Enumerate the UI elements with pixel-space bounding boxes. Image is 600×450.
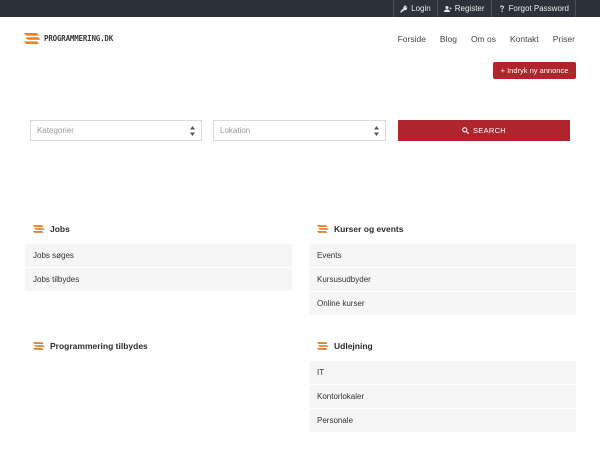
list-item[interactable]: Jobs søges bbox=[25, 244, 292, 268]
nav-item-om-os[interactable]: Om os bbox=[464, 34, 503, 44]
category-logo-icon bbox=[33, 342, 45, 350]
category-logo-icon bbox=[317, 225, 329, 233]
category-logo-icon bbox=[317, 342, 329, 350]
list-item[interactable]: Jobs tilbydes bbox=[25, 268, 292, 292]
top-bar: Login Register Forgot Password bbox=[0, 0, 600, 17]
category-select-value: Kategorier bbox=[37, 126, 74, 135]
nav-item-forside[interactable]: Forside bbox=[391, 34, 433, 44]
register-link[interactable]: Register bbox=[436, 0, 491, 17]
list-item[interactable]: Events bbox=[309, 244, 576, 268]
search-icon bbox=[462, 127, 469, 134]
list-item[interactable]: Kursusudbyder bbox=[309, 268, 576, 292]
nav-item-priser[interactable]: Priser bbox=[546, 34, 582, 44]
main-nav: Forside Blog Om os Kontakt Priser bbox=[391, 17, 582, 61]
list-item[interactable]: Kontorlokaler bbox=[309, 385, 576, 409]
category-list-udlejning: IT Kontorlokaler Personale bbox=[309, 361, 576, 433]
category-select[interactable]: Kategorier bbox=[30, 120, 202, 141]
forgot-password-label: Forgot Password bbox=[508, 4, 569, 13]
category-title-jobs[interactable]: Jobs bbox=[33, 224, 70, 234]
category-title-label: Udlejning bbox=[334, 341, 373, 351]
list-item[interactable]: Online kurser bbox=[309, 292, 576, 316]
site-logo[interactable]: PROGRAMMERING.DK bbox=[24, 33, 113, 44]
forgot-password-link[interactable]: Forgot Password bbox=[490, 0, 576, 17]
add-user-icon bbox=[443, 5, 452, 12]
account-links: Login Register Forgot Password bbox=[393, 0, 576, 17]
header: PROGRAMMERING.DK Forside Blog Om os Kont… bbox=[0, 17, 600, 61]
sort-arrows-icon bbox=[190, 126, 195, 136]
logo-icon bbox=[24, 33, 41, 44]
category-list-jobs: Jobs søges Jobs tilbydes bbox=[25, 244, 292, 292]
logo-text: PROGRAMMERING.DK bbox=[44, 34, 114, 43]
category-title-programmering[interactable]: Programmering tilbydes bbox=[33, 341, 148, 351]
key-icon bbox=[400, 5, 408, 12]
category-list-kurser: Events Kursusudbyder Online kurser bbox=[309, 244, 576, 316]
category-title-label: Programmering tilbydes bbox=[50, 341, 148, 351]
category-title-udlejning[interactable]: Udlejning bbox=[317, 341, 373, 351]
register-label: Register bbox=[454, 4, 485, 13]
post-ad-button[interactable]: + Indryk ny annonce bbox=[493, 62, 576, 79]
nav-item-blog[interactable]: Blog bbox=[433, 34, 464, 44]
search-button[interactable]: SEARCH bbox=[398, 120, 570, 141]
category-title-label: Jobs bbox=[50, 224, 70, 234]
category-logo-icon bbox=[33, 225, 45, 233]
question-icon bbox=[499, 5, 504, 12]
login-label: Login bbox=[411, 4, 431, 13]
login-link[interactable]: Login bbox=[393, 0, 437, 17]
nav-item-kontakt[interactable]: Kontakt bbox=[503, 34, 546, 44]
location-select-value: Lokation bbox=[220, 126, 251, 135]
sort-arrows-icon bbox=[374, 126, 379, 136]
search-button-label: SEARCH bbox=[472, 126, 507, 135]
list-item[interactable]: Personale bbox=[309, 409, 576, 433]
category-title-label: Kurser og events bbox=[334, 224, 404, 234]
location-select[interactable]: Lokation bbox=[213, 120, 386, 141]
list-item[interactable]: IT bbox=[309, 361, 576, 385]
category-title-kurser[interactable]: Kurser og events bbox=[317, 224, 403, 234]
